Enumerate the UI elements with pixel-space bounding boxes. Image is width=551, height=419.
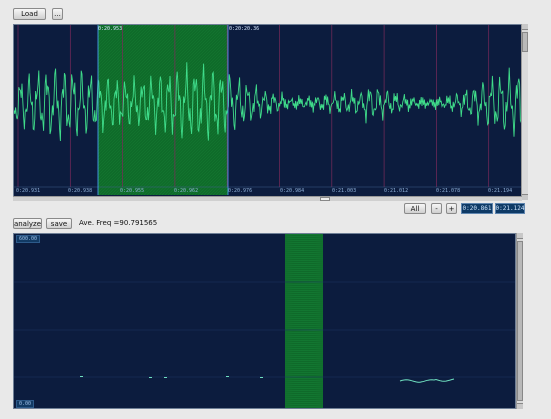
scroll-down-arrow-icon[interactable] [517,403,523,409]
time-tick-label: 0:20.955 [120,188,145,194]
scrollbar-thumb[interactable] [522,32,528,52]
time-tick-label: 0:21.012 [384,188,409,194]
scrollbar-thumb[interactable] [517,241,523,401]
time-tick-label: 0:20.976 [228,188,253,194]
load-button[interactable]: Load [13,8,46,20]
pitch-contour [399,378,455,383]
waveform-canvas[interactable] [14,25,522,200]
time-tick-label: 0:20.931 [16,188,41,194]
time-tick-label: 0:20.962 [174,188,199,194]
selection-end-label: 0:20:20.36 [229,26,260,32]
time-tick-label: 0:20.984 [280,188,305,194]
analyze-button[interactable]: analyze [13,218,42,229]
waveform-horizontal-scrollbar[interactable] [13,196,522,201]
time-tick-label: 0:21.194 [488,188,513,194]
time-tick-label: 0:20.938 [68,188,93,194]
zoom-all-button[interactable]: All [404,203,426,214]
average-frequency-text: Ave. Freq =90.791565 [79,219,158,227]
scroll-up-arrow-icon[interactable] [522,24,528,30]
pitch-panel[interactable]: 600.00 0.00 [13,233,516,409]
time-tick-label: 0:21.078 [436,188,461,194]
view-end-time[interactable]: 0:21.124 [495,203,525,214]
time-tick-label: 0:21.003 [332,188,357,194]
scroll-down-arrow-icon[interactable] [522,194,528,200]
options-button[interactable]: ... [52,8,63,20]
scroll-up-arrow-icon[interactable] [517,233,523,239]
waveform-trace [14,62,521,142]
pitch-vertical-scrollbar[interactable] [516,233,523,409]
save-button[interactable]: save [46,218,72,229]
y-axis-min-label: 0.00 [16,400,35,408]
zoom-in-button[interactable]: + [446,203,457,214]
scrollbar-thumb[interactable] [320,197,330,201]
pitch-canvas[interactable] [14,234,516,409]
waveform-vertical-scrollbar[interactable] [521,24,528,200]
waveform-panel[interactable]: 0:20.953 0:20:20.36 0:20.931 0:20.938 0:… [13,24,522,200]
y-axis-max-label: 600.00 [16,235,41,243]
view-start-time[interactable]: 0:20.861 [461,203,493,214]
zoom-out-button[interactable]: - [431,203,442,214]
selection-start-label: 0:20.953 [98,26,123,32]
